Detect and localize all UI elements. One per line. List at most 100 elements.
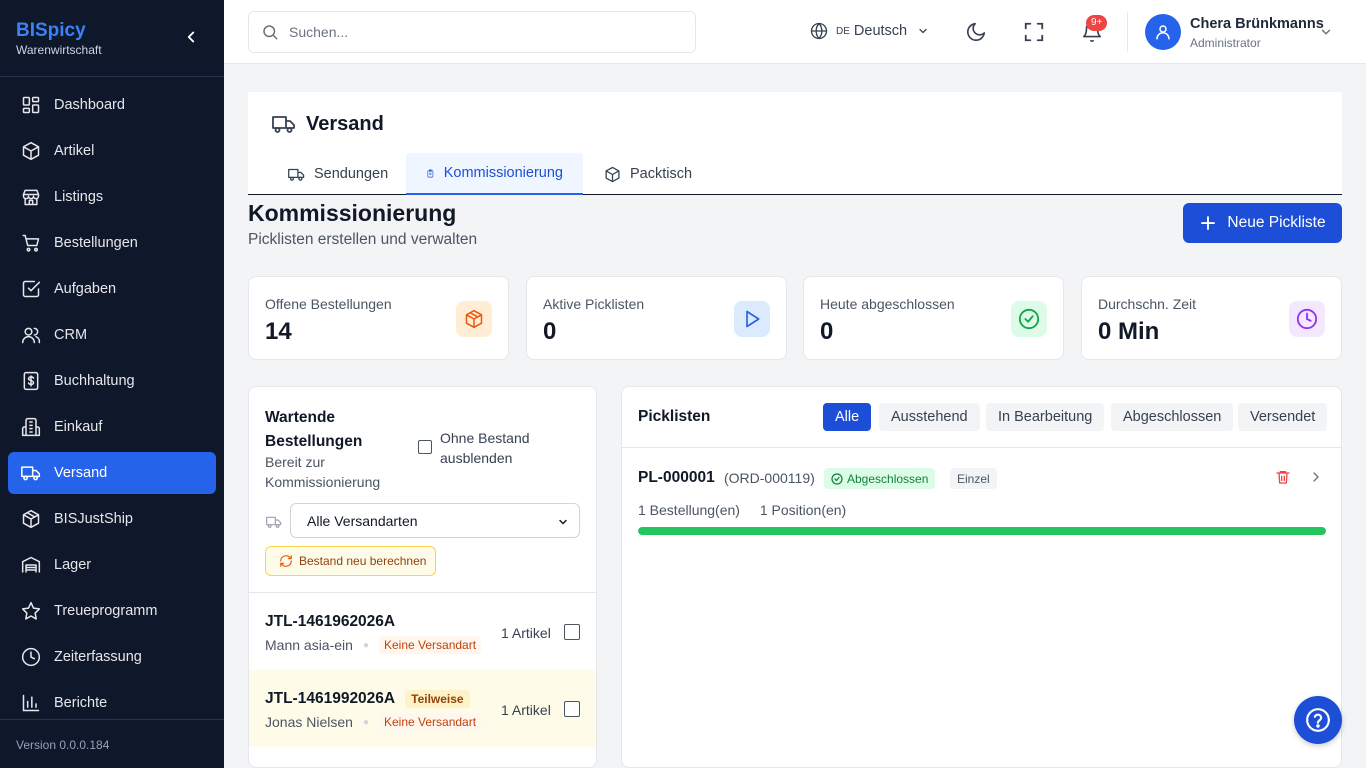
sidebar-item-dashboard[interactable]: Dashboard <box>8 84 216 126</box>
chevron-down-icon <box>1321 29 1331 35</box>
picklist-meta: 1 Bestellung(en) 1 Position(en) <box>638 502 846 518</box>
progress-fill <box>638 527 1326 535</box>
header-divider <box>1127 12 1128 52</box>
refresh-icon <box>280 555 292 567</box>
check-circle-icon <box>831 472 843 485</box>
filter-completed[interactable]: Abgeschlossen <box>1111 403 1234 431</box>
help-button[interactable] <box>1294 696 1342 744</box>
sidebar-item-listings[interactable]: Listings <box>8 176 216 218</box>
sidebar-item-lager[interactable]: Lager <box>8 544 216 586</box>
shipping-method-select[interactable]: Alle Versandarten <box>290 503 580 538</box>
page-title: Versand <box>272 112 384 136</box>
user-name[interactable]: Chera Brünkmanns <box>1190 16 1324 32</box>
sidebar-item-buchhaltung[interactable]: Buchhaltung <box>8 360 216 402</box>
theme-toggle-button[interactable] <box>965 21 987 43</box>
filter-shipped[interactable]: Versendet <box>1238 403 1328 431</box>
fullscreen-button[interactable] <box>1023 21 1045 43</box>
order-id: JTL-1461962026A <box>265 613 395 631</box>
sidebar-item-label: Zeiterfassung <box>54 649 142 665</box>
sidebar-item-label: Berichte <box>54 695 108 711</box>
tab-kommissionierung[interactable]: Kommissionierung <box>406 153 583 195</box>
divider <box>622 447 1341 448</box>
stat-label: Aktive Picklisten <box>543 296 645 312</box>
sidebar-item-treueprogramm[interactable]: Treueprogramm <box>8 590 216 632</box>
hide-no-stock-checkbox[interactable] <box>418 440 432 454</box>
top-header: DE Deutsch 9+ Chera Brünkmanns Administr… <box>224 0 1366 64</box>
open-picklist-button[interactable] <box>1308 469 1324 485</box>
delete-picklist-button[interactable] <box>1275 469 1291 485</box>
order-select-checkbox[interactable] <box>564 701 580 717</box>
recalculate-stock-button[interactable]: Bestand neu berechnen <box>265 546 436 576</box>
sidebar: BISpicy Warenwirtschaft Dashboard Artike… <box>0 0 224 768</box>
sidebar-item-label: Versand <box>54 465 108 481</box>
order-customer-row: Mann asia-ein ● Keine Versandart <box>265 636 482 654</box>
filter-pending[interactable]: Ausstehend <box>879 403 980 431</box>
status-badge: Abgeschlossen <box>824 468 936 489</box>
picklist-orders: 1 Bestellung(en) <box>638 502 740 518</box>
type-badge: Einzel <box>950 468 997 489</box>
waiting-orders-subtitle: Bereit zur Kommissionierung <box>265 454 381 490</box>
chevron-down-icon <box>919 28 927 34</box>
user-menu-button[interactable] <box>1319 25 1333 39</box>
stat-card-completed-today: Heute abgeschlossen 0 <box>803 276 1064 360</box>
stat-label: Offene Bestellungen <box>265 296 392 312</box>
clock-icon <box>21 647 41 667</box>
shipping-badge: Keine Versandart <box>378 713 482 731</box>
search-box <box>248 11 696 53</box>
sidebar-item-berichte[interactable]: Berichte <box>8 682 216 724</box>
section-title: Kommissionierung <box>248 200 457 226</box>
sidebar-item-crm[interactable]: CRM <box>8 314 216 356</box>
sidebar-item-aufgaben[interactable]: Aufgaben <box>8 268 216 310</box>
filter-in-progress[interactable]: In Bearbeitung <box>986 403 1105 431</box>
order-id-text: JTL-1461992026A <box>265 690 396 707</box>
status-label: Abgeschlossen <box>847 471 929 486</box>
list-item[interactable]: JTL-1461992026A Teilweise Jonas Nielsen … <box>249 670 596 747</box>
dollar-icon <box>23 371 39 391</box>
new-picklist-button[interactable]: Neue Pickliste <box>1183 203 1342 243</box>
partial-badge: Teilweise <box>405 690 470 708</box>
language-selector[interactable]: DE Deutsch <box>810 22 929 40</box>
stat-card-average-time: Durchschn. Zeit 0 Min <box>1081 276 1342 360</box>
sidebar-item-label: Bestellungen <box>54 235 138 251</box>
separator-dot: ● <box>362 716 369 728</box>
shipping-method-value: Alle Versandarten <box>307 512 418 529</box>
order-customer-row: Jonas Nielsen ● Keine Versandart <box>265 713 482 731</box>
user-icon <box>1156 25 1170 40</box>
filter-all[interactable]: Alle <box>823 403 872 431</box>
picklist-progress-bar <box>638 527 1326 535</box>
sidebar-item-zeiterfassung[interactable]: Zeiterfassung <box>8 636 216 678</box>
collapse-sidebar-button[interactable] <box>182 28 200 46</box>
package-icon <box>605 166 620 182</box>
tab-packtisch[interactable]: Packtisch <box>584 153 712 195</box>
avatar[interactable] <box>1145 14 1181 50</box>
fullscreen-icon <box>1024 22 1044 42</box>
new-picklist-label: Neue Pickliste <box>1227 214 1326 231</box>
building-icon <box>21 417 41 437</box>
picklists-panel: Picklisten Alle Ausstehend In Bearbeitun… <box>621 386 1342 768</box>
brand-subtitle: Warenwirtschaft <box>16 43 102 57</box>
tab-sendungen[interactable]: Sendungen <box>268 153 408 195</box>
order-id: JTL-1461992026A Teilweise <box>265 690 470 708</box>
sidebar-item-label: Einkauf <box>54 419 103 435</box>
stat-card-open-orders: Offene Bestellungen 14 <box>248 276 509 360</box>
shipping-badge: Keine Versandart <box>378 636 482 654</box>
waiting-orders-title: Wartende Bestellungen <box>265 409 363 450</box>
sidebar-item-bestellungen[interactable]: Bestellungen <box>8 222 216 264</box>
tab-label: Packtisch <box>630 166 693 182</box>
sidebar-item-bisjustship[interactable]: BISJustShip <box>8 498 216 540</box>
sidebar-item-artikel[interactable]: Artikel <box>8 130 216 172</box>
clipboard-icon <box>427 169 434 177</box>
chart-icon <box>22 694 40 712</box>
list-item[interactable]: JTL-1461962026A Mann asia-ein ● Keine Ve… <box>249 593 596 670</box>
help-icon <box>1306 708 1330 732</box>
sidebar-item-einkauf[interactable]: Einkauf <box>8 406 216 448</box>
brand-name: BISpicy <box>16 20 86 41</box>
hide-no-stock-label[interactable]: Ohne Bestand ausblenden <box>440 428 550 468</box>
picklists-title: Picklisten <box>638 408 711 425</box>
order-select-checkbox[interactable] <box>564 624 580 640</box>
sidebar-item-label: Treueprogramm <box>54 603 158 619</box>
item-count: 1 Artikel <box>501 625 551 641</box>
sidebar-item-versand[interactable]: Versand <box>8 452 216 494</box>
tab-label: Sendungen <box>314 166 389 182</box>
search-input[interactable] <box>289 24 669 40</box>
